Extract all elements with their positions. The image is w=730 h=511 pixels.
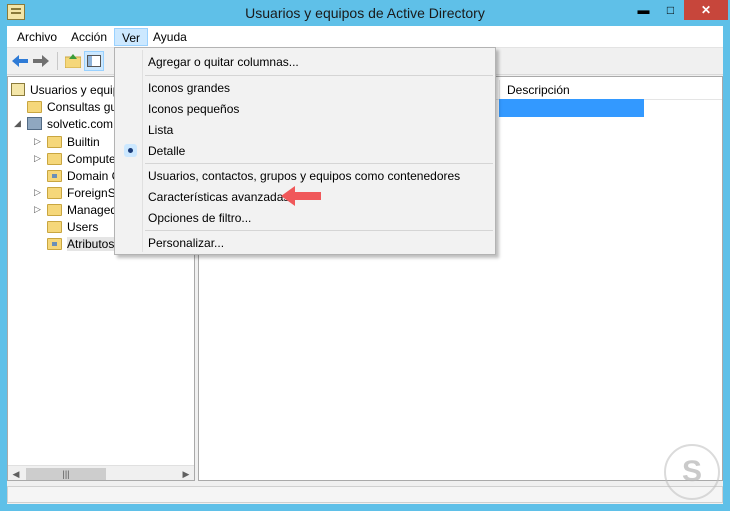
menu-item-label: Opciones de filtro... [148, 210, 252, 225]
tree-item-label: Atributos [67, 236, 115, 251]
menu-item-label: Iconos grandes [148, 80, 231, 95]
maximize-button[interactable]: □ [657, 0, 684, 20]
menu-item-label: Usuarios, contactos, grupos y equipos co… [148, 168, 461, 183]
menu-archivo[interactable]: Archivo [10, 28, 64, 46]
tree-item-label: Domain C [67, 168, 121, 183]
menu-ayuda[interactable]: Ayuda [146, 28, 194, 46]
menu-accion[interactable]: Acción [64, 28, 114, 46]
minimize-button[interactable]: ▬ [630, 0, 657, 20]
expand-icon[interactable]: ▷ [33, 137, 42, 146]
tree-item-label: Builtin [67, 134, 100, 149]
tree-item-users[interactable]: Users [47, 218, 98, 235]
menu-bar: Archivo Acción Ver Ayuda [7, 26, 723, 48]
close-button[interactable]: ✕ [684, 0, 728, 20]
menu-separator [145, 163, 493, 164]
show-hide-tree-icon[interactable] [84, 51, 104, 71]
menu-item-customize[interactable]: Personalizar... [117, 232, 493, 253]
tree-item-foreign-security[interactable]: ▷ ForeignSe [33, 184, 122, 201]
horizontal-scrollbar[interactable]: ◀ ||| ▶ [8, 465, 194, 480]
root-icon [11, 83, 25, 96]
expand-icon[interactable]: ▷ [33, 205, 42, 214]
column-header-descripcion[interactable]: Descripción [507, 83, 570, 97]
expand-icon[interactable]: ▷ [33, 154, 42, 163]
tree-item-label: Compute [67, 151, 116, 166]
menu-item-label: Agregar o quitar columnas... [148, 54, 299, 69]
folder-icon [47, 220, 62, 233]
tree-item-label: Users [67, 219, 99, 234]
tree-item-root[interactable]: Usuarios y equip [11, 81, 119, 98]
red-arrow-icon [281, 186, 321, 206]
menu-item-label: Personalizar... [148, 235, 225, 250]
view-menu-dropdown: Agregar o quitar columnas... Iconos gran… [114, 47, 496, 255]
folder-icon [47, 135, 62, 148]
tree-item-label: Managed [67, 202, 118, 217]
tree-item-label: Usuarios y equip [30, 82, 120, 97]
menu-separator [145, 75, 493, 76]
menu-item-label: Características avanzadas [148, 189, 290, 204]
title-bar[interactable]: Usuarios y equipos de Active Directory ▬… [0, 0, 730, 26]
tree-item-label: solvetic.com [47, 116, 114, 131]
tree-item-domain-controllers[interactable]: Domain C [47, 167, 120, 184]
window-title: Usuarios y equipos de Active Directory [245, 5, 485, 21]
ou-icon [47, 169, 62, 182]
forward-arrow-icon[interactable] [31, 51, 51, 71]
scroll-right-icon[interactable]: ▶ [178, 466, 194, 480]
up-folder-icon[interactable] [63, 51, 83, 71]
tree-item-builtin[interactable]: ▷ Builtin [33, 133, 100, 150]
tree-item-label: Consultas gu [47, 99, 118, 114]
folder-icon [27, 100, 42, 113]
tree-item-consultas[interactable]: Consultas gu [27, 98, 117, 115]
app-window: Usuarios y equipos de Active Directory ▬… [0, 0, 730, 511]
collapse-icon[interactable]: ◢ [13, 119, 22, 128]
tree-item-atributos[interactable]: Atributos [47, 235, 115, 252]
menu-item-users-as-containers[interactable]: Usuarios, contactos, grupos y equipos co… [117, 165, 493, 186]
menu-item-label: Lista [148, 122, 174, 137]
selected-list-row[interactable] [499, 99, 644, 117]
tree-item-managed[interactable]: ▷ Managed [33, 201, 117, 218]
menu-item-add-remove-columns[interactable]: Agregar o quitar columnas... [117, 51, 493, 72]
column-divider[interactable] [499, 80, 500, 100]
menu-item-small-icons[interactable]: Iconos pequeños [117, 98, 493, 119]
scroll-thumb[interactable]: ||| [26, 468, 106, 480]
menu-separator [145, 230, 493, 231]
domain-icon [27, 117, 42, 130]
watermark-logo: S [664, 444, 720, 500]
folder-icon [47, 152, 62, 165]
menu-item-detail[interactable]: Detalle [117, 140, 493, 161]
ou-icon [47, 237, 62, 250]
scroll-left-icon[interactable]: ◀ [8, 466, 24, 480]
tree-item-domain[interactable]: ◢ solvetic.com [13, 115, 113, 132]
status-cell [7, 486, 723, 503]
tree-item-computers[interactable]: ▷ Compute [33, 150, 116, 167]
folder-icon [47, 203, 62, 216]
expand-icon[interactable]: ▷ [33, 188, 42, 197]
radio-checked-icon [124, 144, 137, 157]
status-bar [7, 484, 723, 504]
back-arrow-icon[interactable] [10, 51, 30, 71]
menu-item-filter-options[interactable]: Opciones de filtro... [117, 207, 493, 228]
folder-icon [47, 186, 62, 199]
menu-item-large-icons[interactable]: Iconos grandes [117, 77, 493, 98]
menu-item-list[interactable]: Lista [117, 119, 493, 140]
menu-item-label: Iconos pequeños [148, 101, 240, 116]
menu-item-label: Detalle [148, 143, 186, 158]
toolbar-separator [57, 52, 58, 70]
menu-ver[interactable]: Ver [114, 28, 149, 46]
